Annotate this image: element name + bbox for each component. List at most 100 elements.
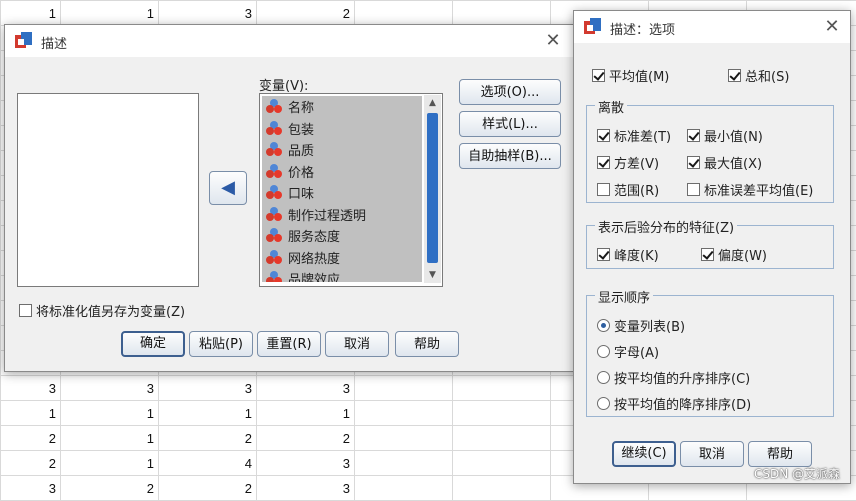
variance-box[interactable]	[597, 156, 610, 169]
reset-button[interactable]: 重置(R)	[257, 331, 321, 357]
mean-checkbox[interactable]: 平均值(M)	[592, 66, 669, 85]
style-button[interactable]: 样式(L)...	[459, 111, 561, 137]
options-button[interactable]: 选项(O)...	[459, 79, 561, 105]
std-dev-box[interactable]	[597, 129, 610, 142]
scroll-up-icon[interactable]: ▲	[424, 95, 441, 111]
list-scrollbar[interactable]: ▲ ▼	[424, 95, 441, 283]
table-cell[interactable]: 2	[159, 476, 257, 501]
sem-label: 标准误差平均值(E)	[704, 180, 813, 199]
order-ascending-radio[interactable]: 按平均值的升序排序(C)	[597, 368, 750, 387]
list-item[interactable]: 价格	[262, 161, 422, 183]
skewness-checkbox[interactable]: 偏度(W)	[701, 245, 767, 264]
help-button[interactable]: 帮助	[395, 331, 459, 357]
table-cell[interactable]	[355, 376, 453, 401]
ascending-radio-dot[interactable]	[597, 371, 610, 384]
options-cancel-button[interactable]: 取消	[680, 441, 744, 467]
table-cell[interactable]: 3	[61, 376, 159, 401]
kurtosis-checkbox[interactable]: 峰度(K)	[597, 245, 659, 264]
table-cell[interactable]	[453, 451, 551, 476]
table-cell[interactable]: 2	[61, 476, 159, 501]
table-cell[interactable]: 2	[159, 426, 257, 451]
variance-checkbox[interactable]: 方差(V)	[597, 153, 659, 172]
minimum-box[interactable]	[687, 129, 700, 142]
bootstrap-button[interactable]: 自助抽样(B)...	[459, 143, 561, 169]
continue-button[interactable]: 继续(C)	[612, 441, 676, 467]
table-cell[interactable]: 1	[61, 451, 159, 476]
range-checkbox[interactable]: 范围(R)	[597, 180, 659, 199]
variables-list-inner: 名称包装品质价格口味制作过程透明服务态度网络热度品牌效应	[262, 96, 422, 282]
table-cell[interactable]	[453, 376, 551, 401]
variable-list-radio-dot[interactable]	[597, 319, 610, 332]
scroll-thumb[interactable]	[427, 113, 438, 263]
close-icon[interactable]: ✕	[541, 29, 565, 53]
table-cell[interactable]	[453, 401, 551, 426]
variables-label: 变量(V):	[259, 75, 308, 94]
order-variable-list-radio[interactable]: 变量列表(B)	[597, 316, 685, 335]
table-cell[interactable]	[355, 476, 453, 501]
table-cell[interactable]	[355, 426, 453, 451]
table-cell[interactable]: 2	[1, 426, 61, 451]
paste-button[interactable]: 粘贴(P)	[189, 331, 253, 357]
std-dev-checkbox[interactable]: 标准差(T)	[597, 126, 671, 145]
save-standardized-checkbox[interactable]: 将标准化值另存为变量(Z)	[19, 301, 185, 320]
alphabetic-radio-dot[interactable]	[597, 345, 610, 358]
table-cell[interactable]: 1	[1, 1, 61, 26]
table-cell[interactable]: 1	[61, 1, 159, 26]
table-cell[interactable]: 3	[1, 476, 61, 501]
cancel-button[interactable]: 取消	[325, 331, 389, 357]
list-item[interactable]: 服务态度	[262, 225, 422, 247]
table-cell[interactable]: 1	[159, 401, 257, 426]
table-cell[interactable]: 3	[257, 376, 355, 401]
table-cell[interactable]: 3	[257, 451, 355, 476]
table-cell[interactable]	[355, 401, 453, 426]
maximum-checkbox[interactable]: 最大值(X)	[687, 153, 762, 172]
table-cell[interactable]	[453, 426, 551, 451]
table-cell[interactable]	[453, 1, 551, 26]
range-box[interactable]	[597, 183, 610, 196]
table-cell[interactable]: 1	[61, 426, 159, 451]
list-item[interactable]: 网络热度	[262, 247, 422, 269]
list-item[interactable]: 包装	[262, 118, 422, 140]
table-cell[interactable]: 1	[61, 401, 159, 426]
move-variable-button[interactable]: ◀	[209, 171, 247, 205]
scroll-down-icon[interactable]: ▼	[424, 267, 441, 283]
table-cell[interactable]	[355, 1, 453, 26]
table-cell[interactable]: 2	[257, 1, 355, 26]
skewness-box[interactable]	[701, 248, 714, 261]
table-cell[interactable]	[355, 451, 453, 476]
sum-checkbox[interactable]: 总和(S)	[728, 66, 789, 85]
list-item[interactable]: 名称	[262, 96, 422, 118]
source-variables-list[interactable]: 名称包装品质价格口味制作过程透明服务态度网络热度品牌效应 ▲ ▼	[259, 93, 443, 287]
ok-button[interactable]: 确定	[121, 331, 185, 357]
table-cell[interactable]: 2	[1, 451, 61, 476]
table-cell[interactable]	[453, 476, 551, 501]
describe-dialog: 描述 ✕ ◀ 变量(V): 名称包装品质价格口味制作过程透明服务态度网络热度品牌…	[4, 24, 578, 372]
sum-box[interactable]	[728, 69, 741, 82]
table-cell[interactable]: 3	[159, 376, 257, 401]
sem-checkbox[interactable]: 标准误差平均值(E)	[687, 180, 813, 199]
options-help-button[interactable]: 帮助	[748, 441, 812, 467]
table-cell[interactable]: 3	[257, 476, 355, 501]
table-cell[interactable]: 3	[1, 376, 61, 401]
save-standardized-box[interactable]	[19, 304, 32, 317]
maximum-box[interactable]	[687, 156, 700, 169]
list-item[interactable]: 口味	[262, 182, 422, 204]
kurtosis-box[interactable]	[597, 248, 610, 261]
table-cell[interactable]: 1	[1, 401, 61, 426]
order-alphabetic-radio[interactable]: 字母(A)	[597, 342, 659, 361]
close-icon[interactable]: ✕	[820, 15, 844, 39]
list-item[interactable]: 品质	[262, 139, 422, 161]
table-cell[interactable]: 3	[159, 1, 257, 26]
table-cell[interactable]: 2	[257, 426, 355, 451]
mean-box[interactable]	[592, 69, 605, 82]
order-descending-radio[interactable]: 按平均值的降序排序(D)	[597, 394, 751, 413]
table-cell[interactable]: 1	[257, 401, 355, 426]
table-cell[interactable]: 4	[159, 451, 257, 476]
arrow-left-icon: ◀	[221, 177, 235, 198]
list-item[interactable]: 制作过程透明	[262, 204, 422, 226]
selected-variables-list[interactable]	[17, 93, 199, 287]
sem-box[interactable]	[687, 183, 700, 196]
minimum-checkbox[interactable]: 最小值(N)	[687, 126, 763, 145]
list-item[interactable]: 品牌效应	[262, 268, 422, 282]
descending-radio-dot[interactable]	[597, 397, 610, 410]
